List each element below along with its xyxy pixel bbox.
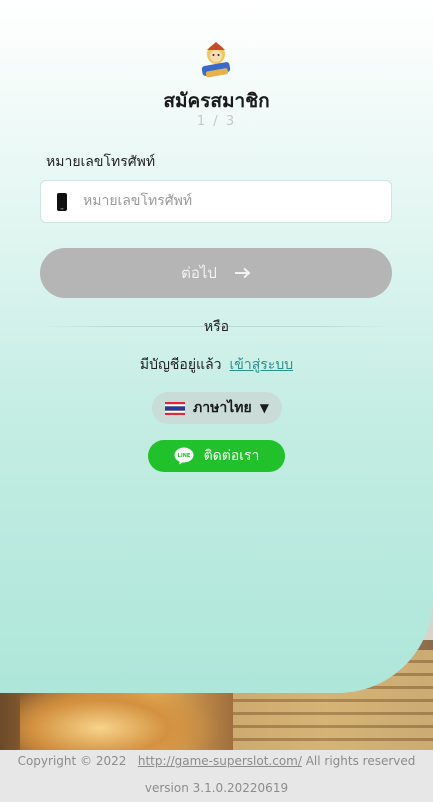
contact-label: ติดต่อเรา <box>203 448 260 464</box>
copyright-prefix: Copyright © 2022 <box>17 754 127 768</box>
page-title: สมัครสมาชิก <box>163 90 270 112</box>
mobile-phone-icon <box>57 193 67 211</box>
line-icon-text: LINE <box>177 453 190 459</box>
or-label: หรือ <box>203 319 230 335</box>
register-card: สมัครสมาชิก 1 / 3 หมายเลขโทรศัพท์ ต่อไป … <box>0 0 433 693</box>
footer: Copyright © 2022 http://game-superslot.c… <box>0 750 433 802</box>
line-icon: LINE <box>174 447 194 465</box>
login-prompt-row: มีบัญชีอยู่แล้ว เข้าสู่ระบบ <box>0 354 433 376</box>
or-separator: หรือ <box>0 316 433 338</box>
arrow-right-icon <box>234 267 251 279</box>
phone-input[interactable] <box>83 181 383 221</box>
language-selector[interactable]: ภาษาไทย ▼ <box>152 392 282 424</box>
caret-down-icon: ▼ <box>259 401 269 415</box>
copyright-suffix: All rights reserved <box>305 754 416 768</box>
version-text: version 3.1.0.20220619 <box>144 781 289 795</box>
brand-logo-icon <box>201 42 231 78</box>
login-link[interactable]: เข้าสู่ระบบ <box>230 357 294 373</box>
login-prompt: มีบัญชีอยู่แล้ว <box>139 357 222 373</box>
site-link[interactable]: http://game-superslot.com/ <box>138 754 302 768</box>
next-button[interactable]: ต่อไป <box>40 248 392 298</box>
step-indicator: 1 / 3 <box>196 114 237 129</box>
copyright-text: Copyright © 2022 http://game-superslot.c… <box>0 754 433 768</box>
language-label: ภาษาไทย <box>193 400 252 416</box>
contact-line-button[interactable]: LINE ติดต่อเรา <box>148 440 285 472</box>
thai-flag-icon <box>165 401 186 415</box>
next-button-label: ต่อไป <box>181 264 217 282</box>
phone-field[interactable] <box>40 180 392 223</box>
phone-label: หมายเลขโทรศัพท์ <box>46 154 156 170</box>
